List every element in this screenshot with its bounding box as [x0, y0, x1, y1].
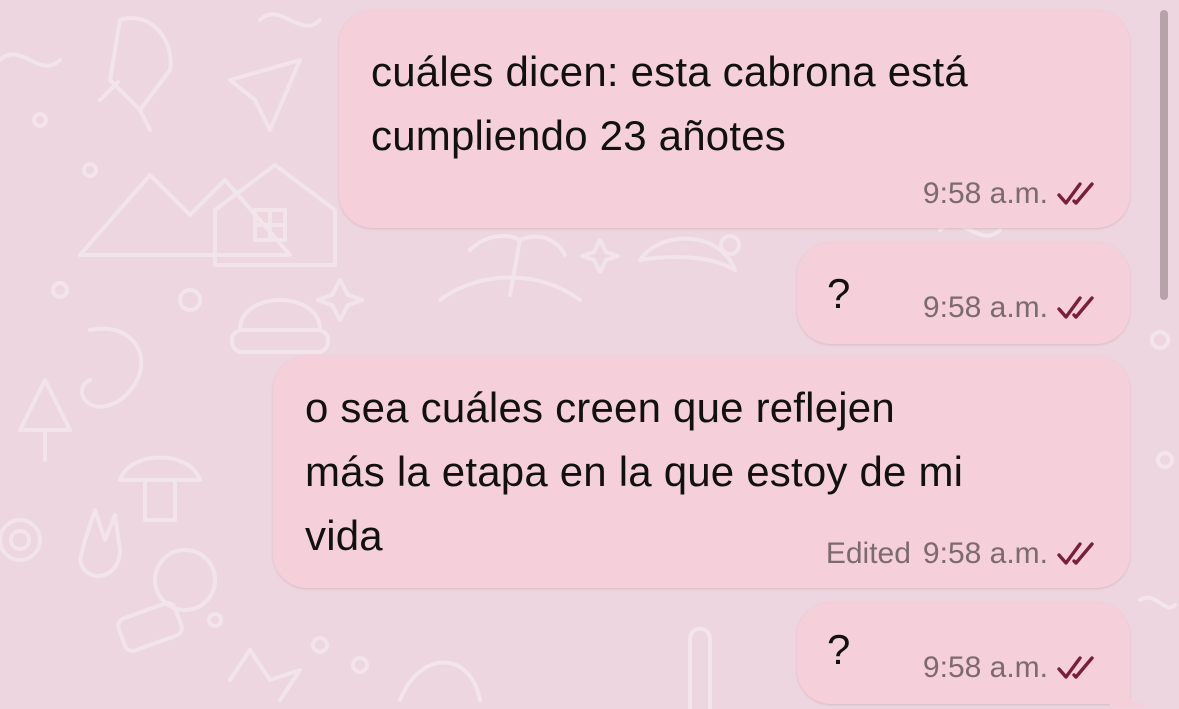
message-time: 9:58 a.m.: [922, 177, 1048, 210]
message-text: cuáles dicen: esta cabrona está cumplien…: [371, 48, 968, 159]
edited-label: Edited: [825, 537, 911, 570]
message-time: 9:58 a.m.: [922, 537, 1048, 570]
message-meta: 9:58 a.m.: [923, 290, 1102, 326]
double-check-icon: [1057, 296, 1094, 319]
message-text: ?: [827, 270, 851, 317]
double-check-icon: [1057, 542, 1094, 565]
message-bubble[interactable]: ? 9:58 a.m.: [797, 242, 1130, 344]
message-meta: Edited 9:58 a.m.: [826, 536, 1102, 572]
message-meta: 9:58 a.m.: [923, 176, 1102, 212]
message-bubble[interactable]: ? 9:58 a.m.: [797, 602, 1130, 704]
message-text: ?: [827, 626, 851, 673]
message-list: cuáles dicen: esta cabrona está cumplien…: [0, 0, 1179, 709]
bubble-tail: [1110, 679, 1150, 709]
double-check-icon: [1057, 656, 1094, 679]
message-meta: 9:58 a.m.: [923, 650, 1102, 686]
message-time: 9:58 a.m.: [922, 291, 1048, 324]
double-check-icon: [1057, 182, 1094, 205]
message-time: 9:58 a.m.: [922, 651, 1048, 684]
message-bubble[interactable]: o sea cuáles creen que reflejen más la e…: [273, 356, 1130, 588]
message-bubble[interactable]: cuáles dicen: esta cabrona está cumplien…: [339, 10, 1130, 228]
